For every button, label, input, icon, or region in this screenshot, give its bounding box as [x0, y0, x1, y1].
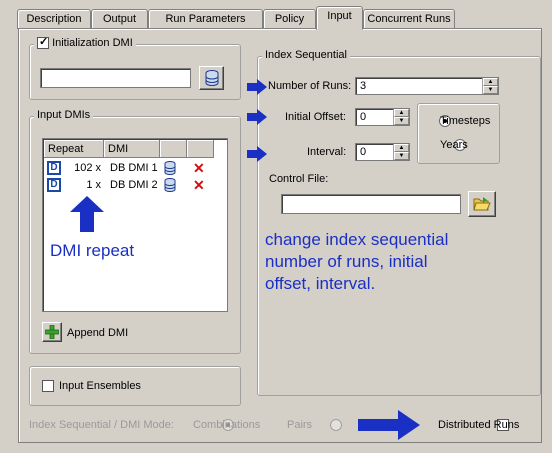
column-header-edit[interactable] — [160, 140, 187, 158]
annotation-right-arrow-icon — [247, 109, 267, 125]
delete-icon[interactable]: ✕ — [193, 178, 205, 192]
input-ensembles-label: Input Ensembles — [59, 380, 141, 392]
spin-up-icon[interactable]: ▲ — [394, 109, 409, 117]
tab-concurrent-runs[interactable]: Concurrent Runs — [363, 9, 455, 29]
database-icon[interactable] — [164, 161, 176, 175]
index-sequential-legend: Index Sequential — [262, 49, 350, 61]
tab-input[interactable]: Input — [316, 6, 363, 30]
browse-control-file-button[interactable] — [468, 191, 496, 217]
pairs-label: Pairs — [287, 419, 313, 431]
column-header-delete[interactable] — [187, 140, 214, 158]
init-dmi-database-button[interactable] — [199, 66, 224, 90]
init-dmi-label: Initialization DMI — [52, 37, 133, 49]
timesteps-label: Timesteps — [440, 115, 491, 127]
mode-label: Index Sequential / DMI Mode: — [29, 419, 174, 431]
control-file-label: Control File: — [269, 173, 329, 185]
input-dmis-legend: Input DMIs — [34, 109, 94, 121]
plus-icon — [45, 325, 59, 339]
open-folder-icon — [473, 197, 491, 211]
initial-offset-spinner[interactable]: ▲ ▼ — [393, 109, 409, 125]
column-header-repeat[interactable]: Repeat — [44, 140, 104, 158]
control-file-input[interactable] — [281, 194, 461, 214]
table-row[interactable]: D 1 x DB DMI 2 ✕ — [47, 178, 225, 194]
dmi-type-icon: D — [47, 161, 61, 175]
distributed-runs-label: Distributed Runs — [438, 419, 520, 431]
initial-offset-value: 0 — [360, 111, 367, 123]
tab-policy[interactable]: Policy — [263, 9, 316, 29]
tab-label: Input — [327, 10, 352, 22]
dmi-type-icon: D — [47, 178, 61, 192]
annotation-up-arrow-icon — [70, 196, 104, 232]
units-group — [417, 103, 500, 164]
input-ensembles-checkbox[interactable] — [42, 380, 54, 393]
delete-icon[interactable]: ✕ — [193, 161, 205, 175]
tab-description[interactable]: Description — [17, 9, 91, 29]
column-header-label: DMI — [108, 143, 129, 155]
append-dmi-button[interactable] — [42, 322, 62, 342]
interval-spinner[interactable]: ▲ ▼ — [393, 144, 409, 160]
repeat-cell: 1 x — [86, 179, 101, 191]
database-icon — [205, 70, 219, 86]
tab-run-parameters[interactable]: Run Parameters — [148, 9, 263, 29]
number-of-runs-spinner[interactable]: ▲ ▼ — [482, 78, 498, 94]
annotation-line: change index sequential — [265, 230, 449, 249]
years-label: Years — [440, 139, 468, 151]
annotation-index-seq-note: change index sequential number of runs, … — [265, 229, 448, 295]
number-of-runs-value: 3 — [360, 80, 367, 92]
spin-down-icon[interactable]: ▼ — [394, 117, 409, 125]
spin-down-icon[interactable]: ▼ — [483, 86, 498, 94]
tab-label: Run Parameters — [165, 13, 246, 25]
spin-down-icon[interactable]: ▼ — [394, 152, 409, 160]
database-icon[interactable] — [164, 178, 176, 192]
number-of-runs-input[interactable]: 3 — [355, 77, 499, 95]
dmi-type-icon-letter: D — [50, 162, 58, 173]
column-header-dmi[interactable]: DMI — [104, 140, 160, 158]
annotation-right-arrow-icon — [247, 146, 267, 162]
annotation-right-arrow-icon — [358, 410, 420, 440]
tab-label: Concurrent Runs — [367, 13, 451, 25]
annotation-line: number of runs, initial — [265, 252, 428, 271]
tab-label: Output — [102, 13, 137, 25]
dmi-cell: DB DMI 2 — [110, 179, 158, 191]
interval-label: Interval: — [307, 146, 347, 158]
spin-up-icon[interactable]: ▲ — [394, 144, 409, 152]
dmi-cell: DB DMI 1 — [110, 162, 158, 174]
append-dmi-label[interactable]: Append DMI — [67, 327, 128, 339]
dmi-type-icon-letter: D — [50, 179, 58, 190]
init-dmi-checkbox[interactable] — [37, 35, 49, 50]
combinations-label: Combinations — [193, 419, 261, 431]
spin-up-icon[interactable]: ▲ — [483, 78, 498, 86]
number-of-runs-label: Number of Runs: — [268, 80, 352, 92]
annotation-right-arrow-icon — [247, 79, 267, 95]
init-dmi-legend: Initialization DMI — [34, 35, 136, 50]
tab-label: Description — [26, 13, 82, 25]
table-row[interactable]: D 102 x DB DMI 1 ✕ — [47, 161, 225, 177]
tab-output[interactable]: Output — [91, 9, 148, 29]
annotation-dmi-repeat: DMI repeat — [50, 241, 135, 260]
interval-value: 0 — [360, 146, 367, 158]
tab-label: Policy — [274, 13, 305, 25]
column-header-label: Repeat — [48, 143, 84, 155]
annotation-line: offset, interval. — [265, 274, 376, 293]
init-dmi-field[interactable] — [40, 68, 191, 88]
initial-offset-label: Initial Offset: — [285, 111, 346, 123]
repeat-cell: 102 x — [74, 162, 101, 174]
